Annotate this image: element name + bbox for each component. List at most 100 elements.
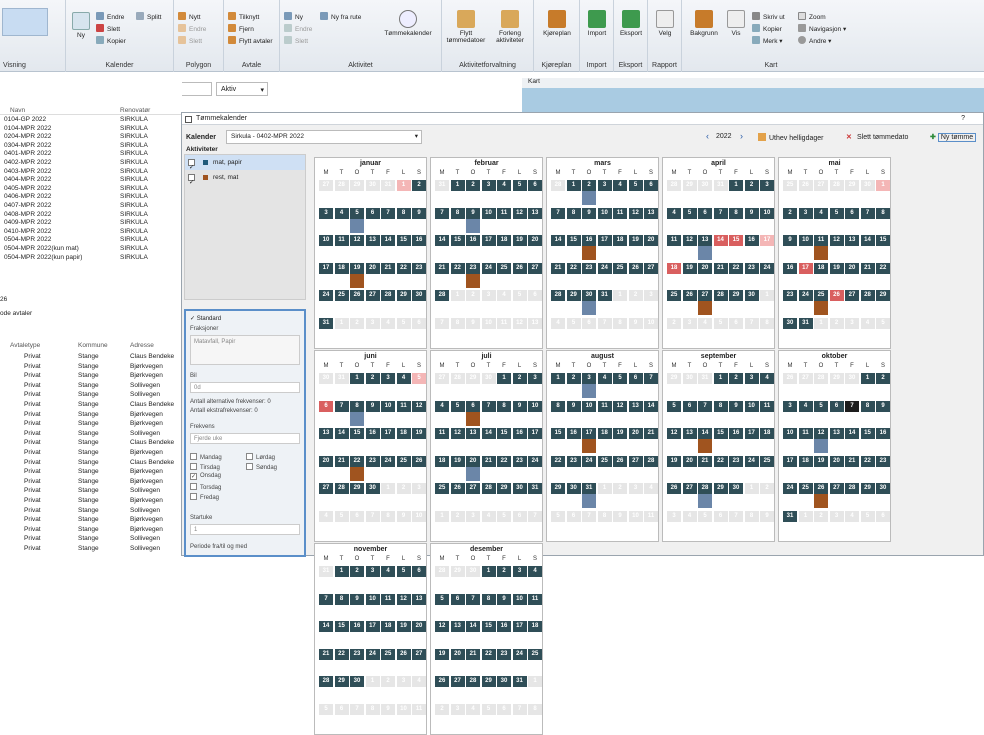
eksport-button[interactable]: Eksport	[616, 10, 646, 37]
day-cell-outside[interactable]: 6	[350, 510, 364, 522]
day-cell[interactable]: 18	[334, 262, 349, 274]
day-cell[interactable]: 7	[334, 400, 349, 412]
day-cell[interactable]: 7	[713, 207, 728, 219]
day-cell[interactable]: 5	[613, 373, 627, 384]
day-cell[interactable]: 29	[350, 483, 364, 494]
day-cell-outside[interactable]: 8	[381, 510, 395, 522]
day-cell[interactable]: 17	[798, 262, 813, 274]
day-cell[interactable]: 8	[713, 400, 728, 412]
day-cell[interactable]: 5	[435, 593, 449, 605]
day-cell[interactable]: 4	[497, 180, 511, 191]
day-cell[interactable]: 9	[783, 235, 797, 246]
day-cell-outside[interactable]: 5	[698, 510, 712, 522]
day-cell[interactable]: 1	[876, 180, 890, 191]
day-cell-outside[interactable]: 7	[597, 317, 612, 329]
day-cell[interactable]: 4	[597, 373, 612, 384]
day-cell[interactable]: 22	[876, 262, 890, 274]
day-cell[interactable]: 11	[667, 235, 681, 246]
day-cell-outside[interactable]: 6	[729, 317, 743, 329]
day-cell[interactable]: 1	[551, 373, 565, 384]
day-cell[interactable]: 14	[381, 235, 395, 246]
day-cell[interactable]: 12	[667, 428, 681, 439]
day-cell-outside[interactable]: 2	[760, 483, 774, 494]
day-cell[interactable]: 13	[829, 428, 844, 439]
day-cell-outside[interactable]: 26	[798, 180, 813, 191]
day-cell[interactable]: 29	[551, 483, 565, 494]
andre-button[interactable]: Andre ▾	[798, 36, 831, 46]
day-cell-outside[interactable]: 2	[435, 703, 449, 715]
day-cell[interactable]: 3	[744, 373, 759, 384]
day-cell[interactable]: 28	[551, 290, 565, 301]
day-cell[interactable]: 23	[497, 648, 511, 660]
day-cell-outside[interactable]: 11	[497, 317, 511, 329]
day-cell[interactable]: 5	[829, 207, 844, 219]
day-cell[interactable]: 11	[814, 235, 828, 246]
day-cell[interactable]: 13	[365, 235, 380, 246]
day-cell[interactable]: 4	[396, 373, 411, 384]
day-cell[interactable]: 17	[597, 235, 612, 246]
day-cell-outside[interactable]: 31	[435, 180, 449, 191]
day-cell[interactable]: 14	[435, 235, 449, 246]
day-cell[interactable]: 30	[350, 676, 364, 687]
day-cell-outside[interactable]: 2	[450, 510, 465, 522]
day-cell[interactable]: 3	[528, 373, 542, 384]
day-cell-outside[interactable]: 1	[450, 290, 465, 301]
day-cell-outside[interactable]: 29	[466, 373, 480, 384]
day-cell-outside[interactable]: 25	[783, 180, 797, 191]
day-cell[interactable]: 23	[876, 455, 890, 467]
day-cell[interactable]: 5	[450, 400, 465, 412]
day-cell[interactable]: 4	[667, 207, 681, 219]
kalender-endre-button[interactable]: Endre	[96, 12, 124, 22]
day-cell[interactable]: 17	[481, 235, 496, 246]
day-cell[interactable]: 24	[528, 455, 542, 467]
day-cell[interactable]: 11	[396, 400, 411, 412]
day-cell-outside[interactable]: 4	[497, 290, 511, 301]
day-cell[interactable]: 26	[396, 648, 411, 660]
day-cell[interactable]: 26	[829, 290, 844, 301]
day-cell[interactable]: 18	[396, 428, 411, 439]
day-cell[interactable]: 16	[512, 428, 527, 439]
day-cell[interactable]: 20	[829, 455, 844, 467]
day-cell[interactable]: 18	[613, 235, 627, 246]
day-cell[interactable]: 24	[744, 455, 759, 467]
day-cell[interactable]: 19	[613, 428, 627, 439]
day-cell[interactable]: 9	[582, 207, 596, 219]
day-cell[interactable]: 28	[381, 290, 395, 301]
day-cell-outside[interactable]: 3	[682, 317, 697, 329]
day-cell[interactable]: 8	[860, 400, 875, 412]
day-cell-outside[interactable]: 5	[481, 703, 496, 715]
day-cell-outside[interactable]: 6	[582, 317, 596, 329]
day-cell[interactable]: 28	[698, 483, 712, 494]
day-cell-outside[interactable]: 6	[497, 703, 511, 715]
day-cell[interactable]: 20	[365, 262, 380, 274]
day-cell[interactable]: 30	[566, 483, 581, 494]
day-cell-outside[interactable]: 4	[860, 317, 875, 329]
day-cell[interactable]: 17	[319, 262, 333, 274]
day-cell[interactable]: 8	[497, 400, 511, 412]
day-cell[interactable]: 12	[450, 428, 465, 439]
day-cell[interactable]: 24	[481, 262, 496, 274]
day-cell[interactable]: 15	[551, 428, 565, 439]
day-cell[interactable]: 28	[435, 290, 449, 301]
day-cell[interactable]: 20	[319, 455, 333, 467]
day-cell[interactable]: 23	[783, 290, 797, 301]
day-cell-outside[interactable]: 26	[783, 373, 797, 384]
tommekalender-button[interactable]: Tømmekalender	[378, 10, 438, 37]
day-cell[interactable]: 21	[466, 648, 480, 660]
day-cell[interactable]: 21	[481, 455, 496, 467]
day-cell[interactable]: 4	[334, 207, 349, 219]
day-cell[interactable]: 3	[760, 180, 774, 191]
day-cell[interactable]: 23	[566, 455, 581, 467]
day-cell[interactable]: 10	[319, 235, 333, 246]
day-cell[interactable]: 30	[412, 290, 426, 301]
day-cell-outside[interactable]: 2	[350, 317, 364, 329]
day-cell-outside[interactable]: 29	[450, 566, 465, 577]
day-cell[interactable]: 29	[481, 676, 496, 687]
day-cell[interactable]: 28	[845, 483, 859, 494]
day-cell[interactable]: 28	[644, 455, 658, 467]
day-cell[interactable]: 19	[412, 428, 426, 439]
day-cell[interactable]: 2	[497, 566, 511, 577]
day-cell-outside[interactable]: 4	[381, 317, 395, 329]
day-cell[interactable]: 12	[412, 400, 426, 412]
day-cell[interactable]: 12	[396, 593, 411, 605]
